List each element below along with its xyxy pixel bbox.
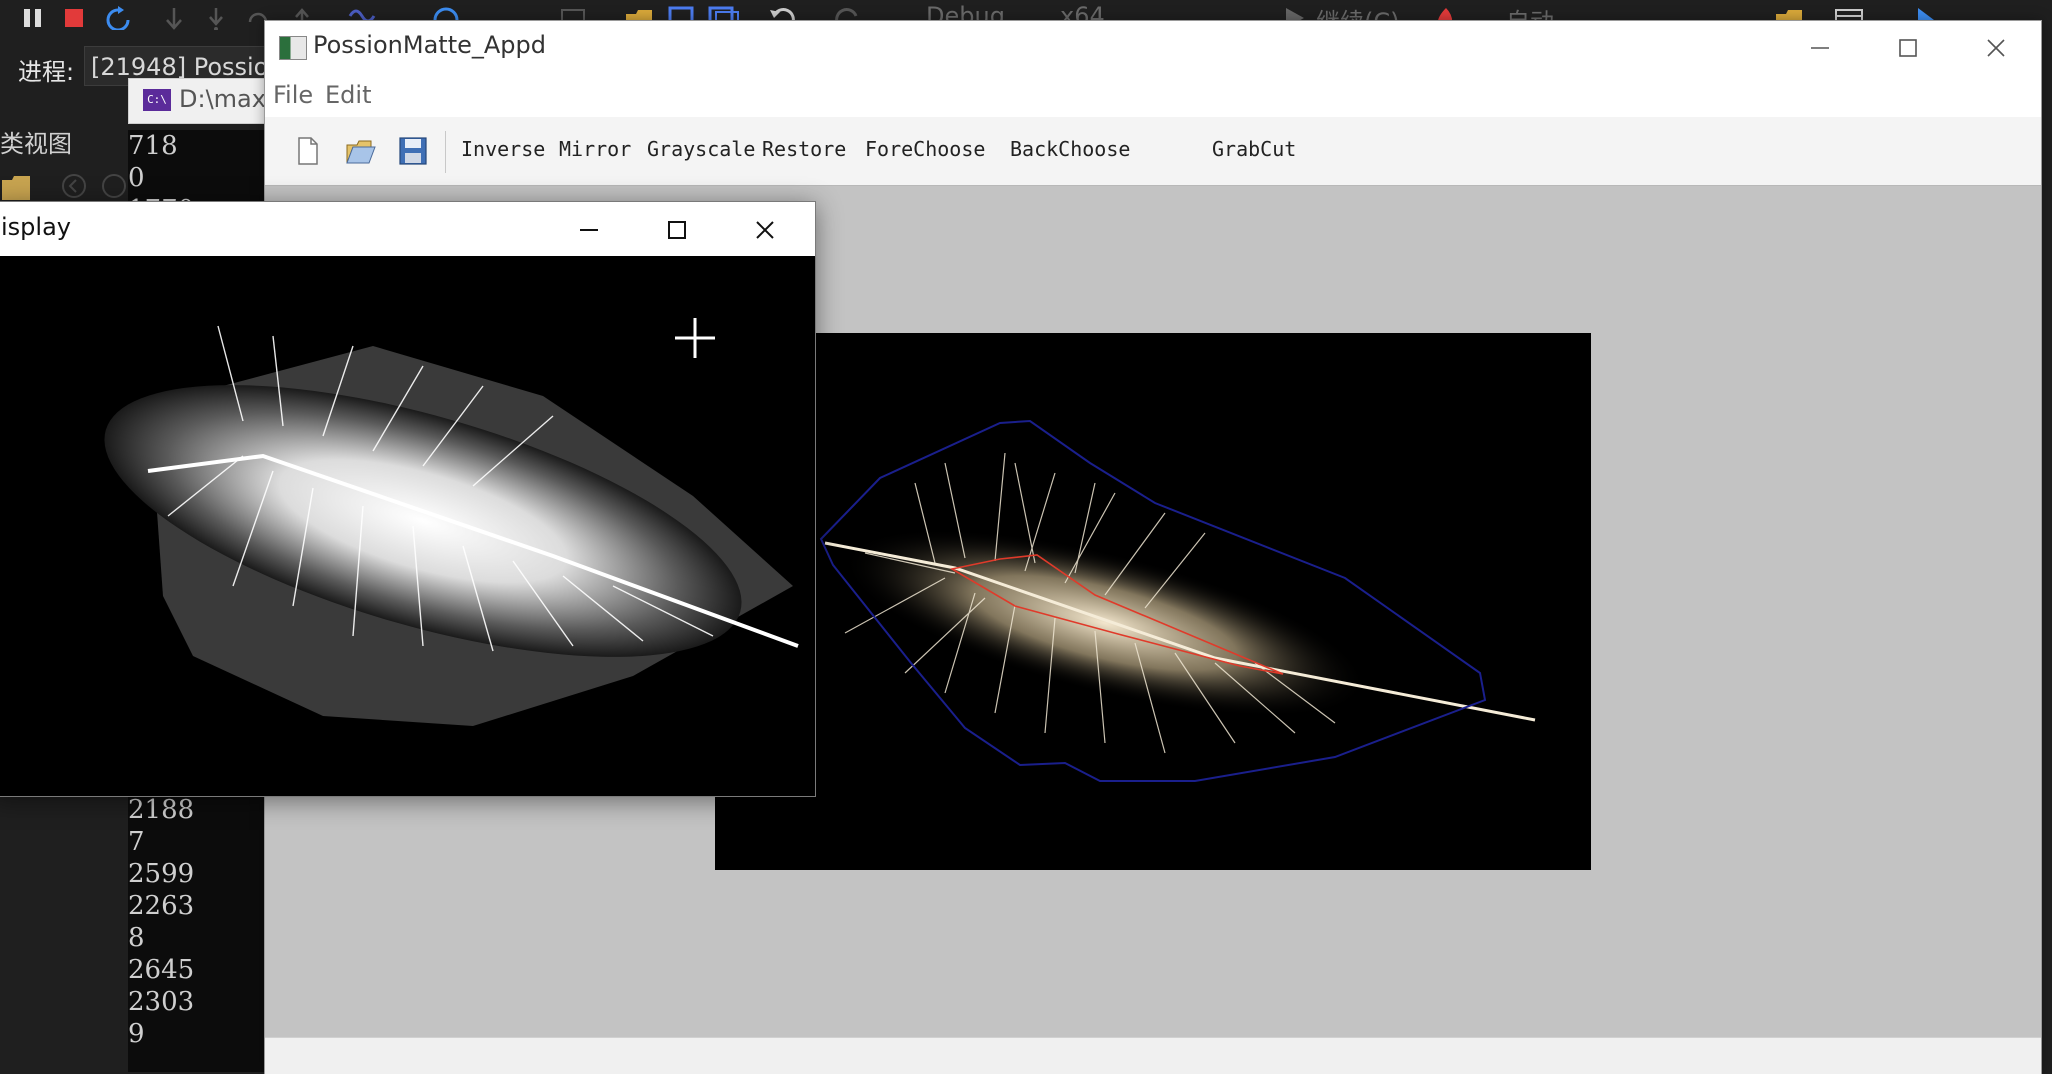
process-label: 进程: xyxy=(18,58,75,86)
display-close-button[interactable] xyxy=(721,202,809,256)
console-titlebar[interactable]: C:\ D:\maxt xyxy=(128,78,280,124)
menu-file[interactable]: File xyxy=(273,81,313,109)
restart-icon[interactable] xyxy=(104,6,132,30)
open-folder-icon[interactable] xyxy=(345,135,377,167)
menubar: File Edit xyxy=(265,73,2041,117)
console-title: D:\maxt xyxy=(179,85,276,113)
class-folder-icon[interactable] xyxy=(0,170,34,204)
main-toolbar: Inverse Mirror Grayscale Restore ForeCho… xyxy=(265,117,2041,186)
maximize-icon xyxy=(1899,38,1917,57)
close-icon xyxy=(1987,38,2005,57)
console-line: 718 xyxy=(128,131,178,161)
new-file-icon[interactable] xyxy=(291,135,323,167)
console-line: 9 xyxy=(128,1019,145,1049)
crosshair-cursor-icon xyxy=(675,318,715,358)
minimize-icon xyxy=(580,228,598,231)
minimize-icon xyxy=(1811,46,1829,49)
window-title: PossionMatte_Appd xyxy=(313,31,546,59)
backchoose-button[interactable]: BackChoose xyxy=(1010,137,1130,161)
main-titlebar[interactable]: PossionMatte_Appd xyxy=(265,21,2041,73)
close-button[interactable] xyxy=(1953,21,2039,73)
alpha-matte-image[interactable] xyxy=(0,256,815,796)
back-nav-icon[interactable] xyxy=(60,172,88,200)
console-line: 2599 xyxy=(128,859,195,889)
maximize-button[interactable] xyxy=(1865,21,1951,73)
console-line: 2303 xyxy=(128,987,195,1017)
mirror-button[interactable]: Mirror xyxy=(559,137,631,161)
app-icon xyxy=(279,36,307,60)
close-icon xyxy=(756,220,774,239)
minimize-button[interactable] xyxy=(1777,21,1863,73)
ide-left-panel xyxy=(0,780,129,1072)
console-line: 2645 xyxy=(128,955,195,985)
console-app-icon: C:\ xyxy=(143,89,171,111)
toolbar-separator xyxy=(445,131,446,173)
display-window: isplay xyxy=(0,201,816,797)
step-over-icon[interactable] xyxy=(162,6,186,30)
display-minimize-button[interactable] xyxy=(545,202,633,256)
display-titlebar[interactable]: isplay xyxy=(0,202,815,256)
display-window-title: isplay xyxy=(1,213,71,241)
console-line: 7 xyxy=(128,827,145,857)
console-output-bottom: 2188 7 2599 2263 8 2645 2303 9 xyxy=(128,794,194,1050)
console-line: 0 xyxy=(128,163,145,193)
status-bar xyxy=(265,1037,2041,1074)
grayscale-button[interactable]: Grayscale xyxy=(647,137,755,161)
console-line: 8 xyxy=(128,923,145,953)
display-image-view[interactable] xyxy=(0,256,815,796)
display-maximize-button[interactable] xyxy=(633,202,721,256)
forward-nav-icon[interactable] xyxy=(100,172,128,200)
image-view[interactable] xyxy=(715,333,1591,870)
console-line: 2188 xyxy=(128,795,195,825)
stop-icon[interactable] xyxy=(62,6,86,30)
console-line: 2263 xyxy=(128,891,195,921)
menu-edit[interactable]: Edit xyxy=(325,81,371,109)
pause-icon[interactable] xyxy=(22,6,44,30)
inverse-button[interactable]: Inverse xyxy=(461,137,545,161)
grabcut-button[interactable]: GrabCut xyxy=(1212,137,1296,161)
feather-image[interactable] xyxy=(715,333,1591,870)
step-into-icon[interactable] xyxy=(204,6,228,30)
restore-button[interactable]: Restore xyxy=(762,137,846,161)
maximize-icon xyxy=(668,220,686,239)
forechoose-button[interactable]: ForeChoose xyxy=(865,137,985,161)
class-view-toolbar xyxy=(0,164,128,204)
save-icon[interactable] xyxy=(397,135,429,167)
class-view-label: 类视图 xyxy=(0,130,72,158)
